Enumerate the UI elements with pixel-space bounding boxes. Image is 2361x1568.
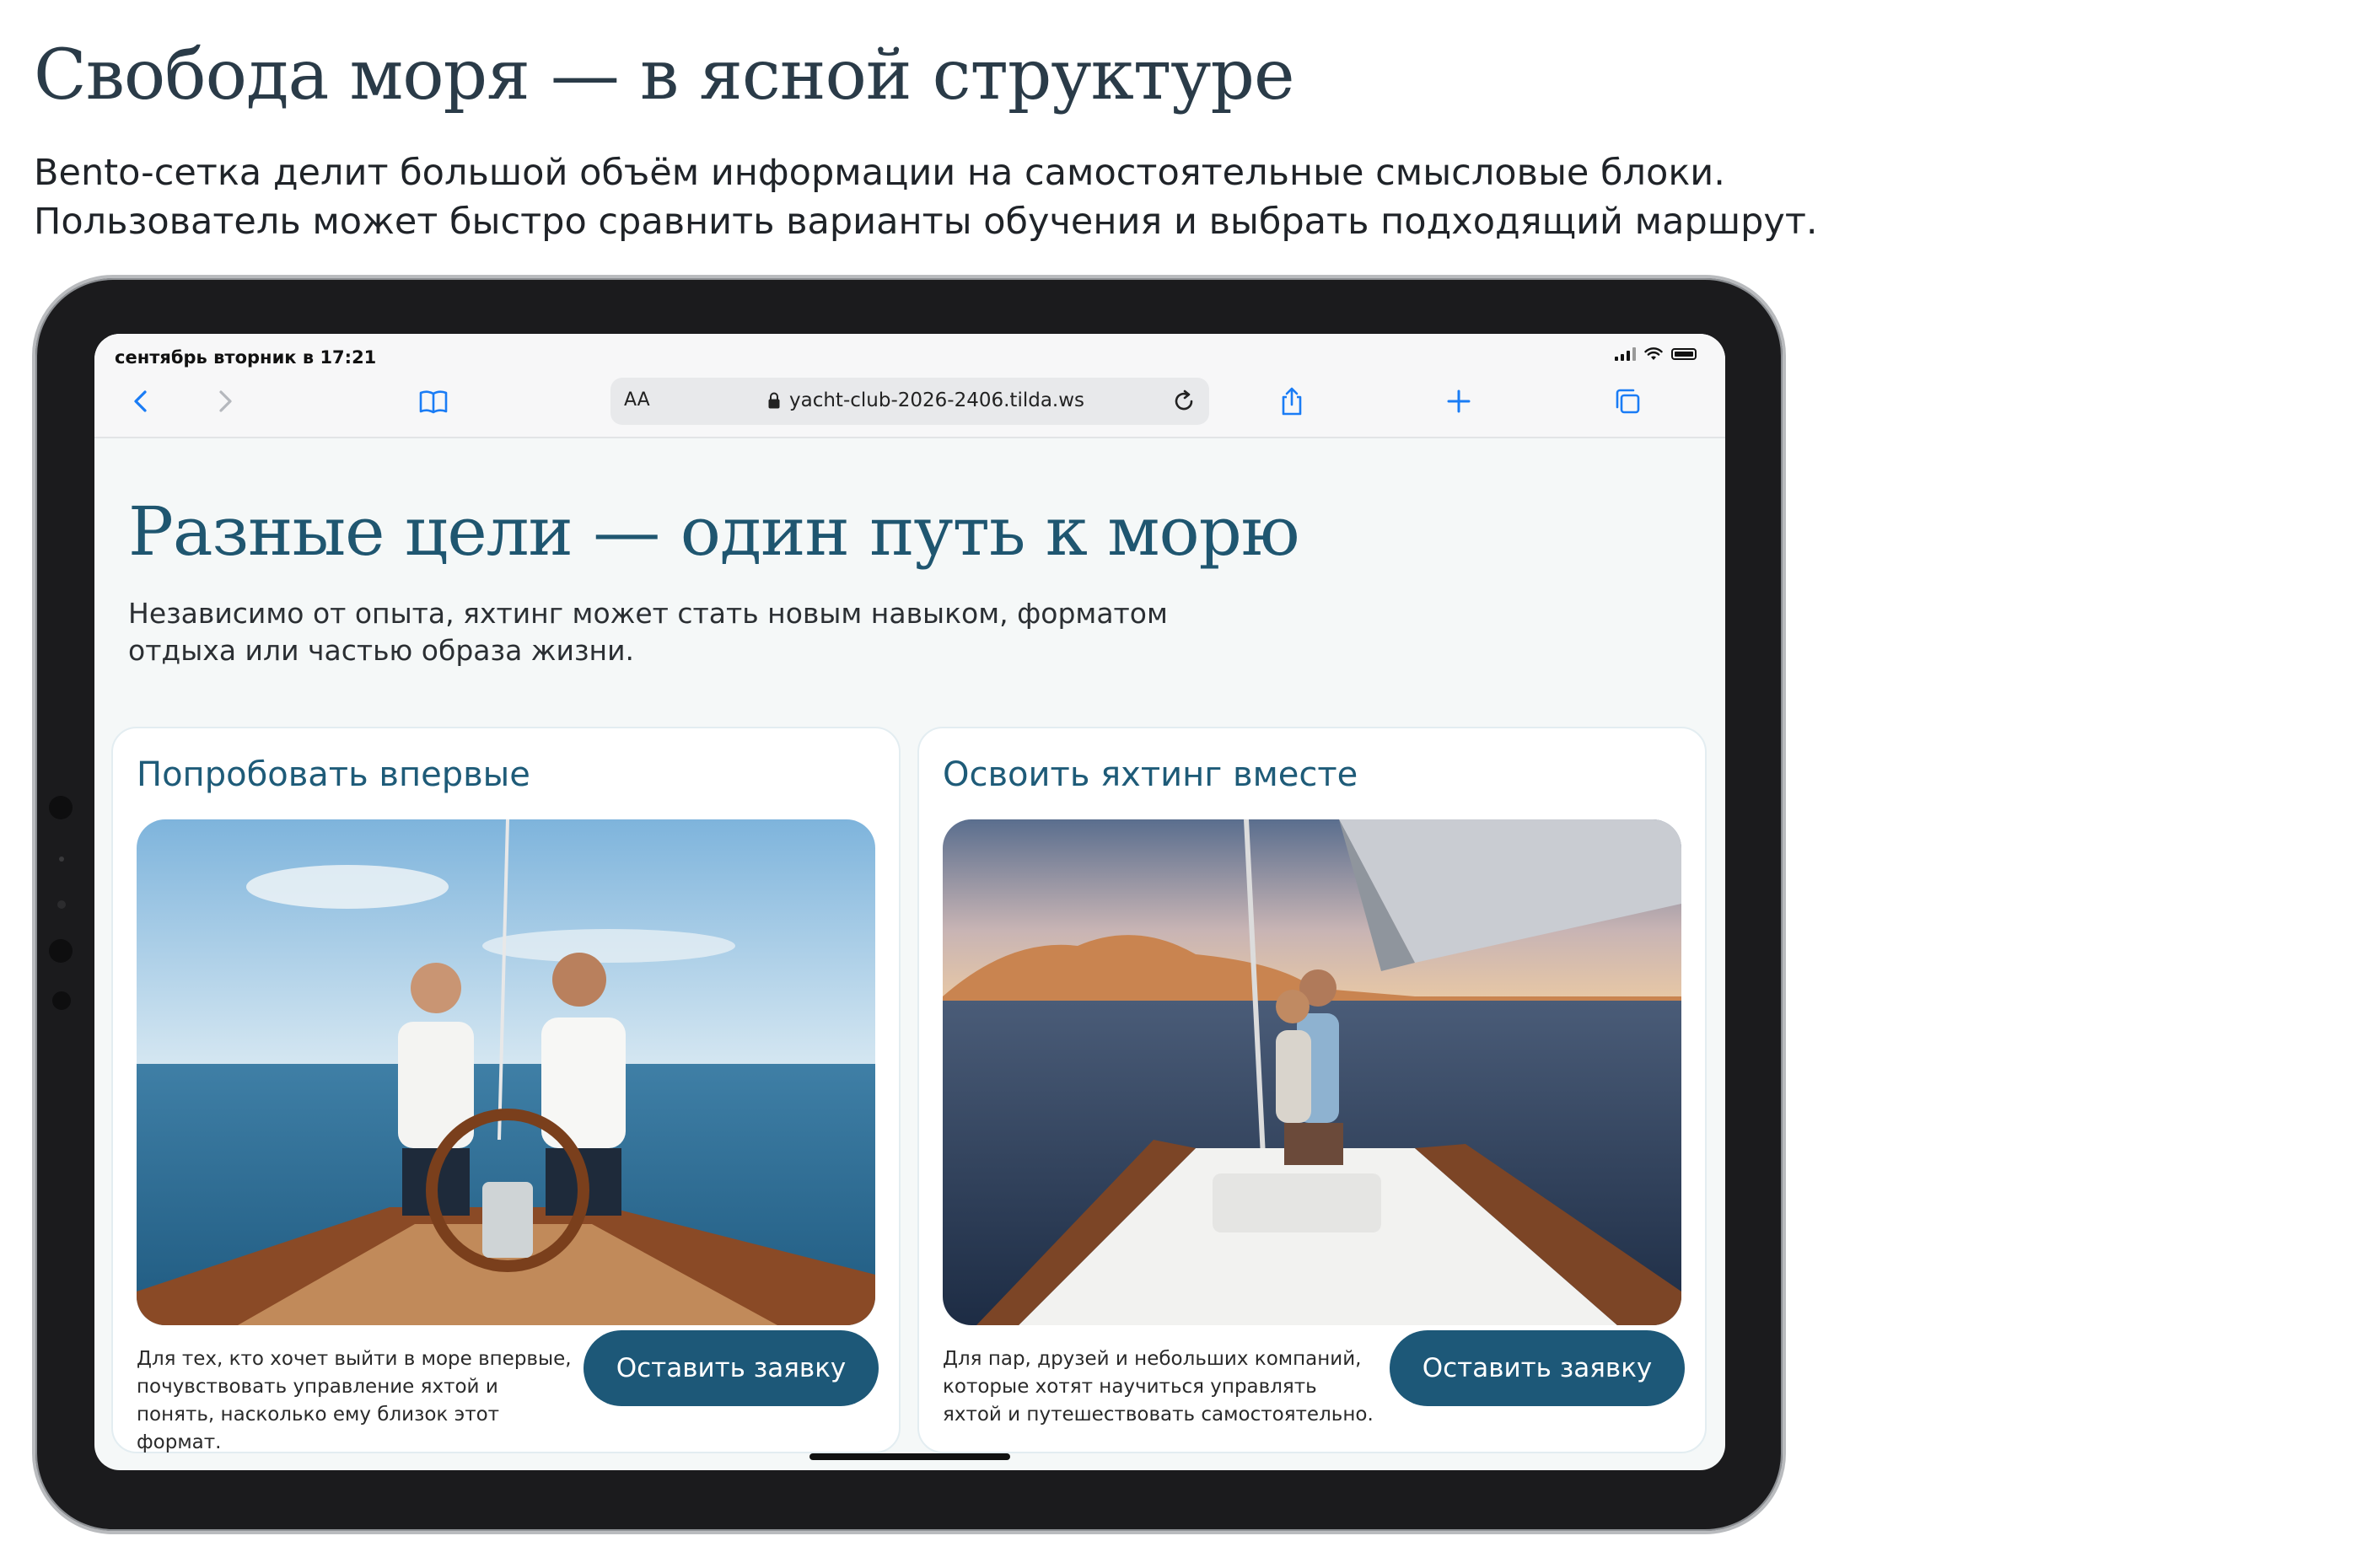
lock-icon	[768, 392, 780, 409]
bento-card-learn-together: Освоить яхтинг вместе Для пар, друзей и …	[917, 727, 1707, 1453]
reload-icon[interactable]	[1169, 386, 1199, 416]
url-text: yacht-club-2026-2406.tilda.ws	[789, 389, 1085, 411]
sensor-dot	[57, 900, 66, 909]
status-icons	[1615, 347, 1697, 361]
sensor-dot	[52, 991, 71, 1010]
bento-card-first-time: Попробовать впервые Для тех, кто хочет в…	[111, 727, 901, 1453]
submit-request-button[interactable]: Оставить заявку	[1390, 1330, 1685, 1406]
battery-icon	[1671, 348, 1697, 360]
slide-subtitle-line: Пользователь может быстро сравнить вариа…	[34, 201, 1818, 243]
bookmarks-icon[interactable]	[415, 383, 452, 420]
card-photo-helm-lesson	[137, 819, 875, 1325]
share-icon[interactable]	[1273, 383, 1310, 420]
card-title: Попробовать впервые	[137, 755, 530, 794]
card-photo-couple-on-yacht	[943, 819, 1681, 1325]
card-description: Для тех, кто хочет выйти в море впервые,…	[137, 1348, 572, 1453]
address-bar[interactable]: AA yacht-club-2026-2406.tilda.ws	[610, 378, 1209, 425]
camera-dot	[49, 796, 73, 819]
slide-title: Свобода моря — в ясной структуре	[34, 35, 1294, 115]
add-tab-icon[interactable]	[1440, 383, 1477, 420]
slide-subtitle-line: Bento-сетка делит большой объём информац…	[34, 152, 1725, 194]
status-time: сентябрь вторник в 17:21	[115, 347, 377, 368]
safari-toolbar: сентябрь вторник в 17:21 AA yacht-club-2…	[94, 334, 1725, 438]
wifi-icon	[1644, 347, 1663, 360]
tabs-icon[interactable]	[1609, 383, 1646, 420]
back-icon[interactable]	[123, 383, 160, 420]
page-heading: Разные цели — один путь к морю	[128, 492, 1300, 571]
home-indicator	[809, 1453, 1010, 1460]
camera-dot	[49, 939, 73, 963]
card-title: Освоить яхтинг вместе	[943, 755, 1358, 794]
slide-subtitle: Bento-сетка делит большой объём информац…	[34, 148, 1818, 246]
sensor-dot	[59, 856, 64, 862]
signal-icon	[1615, 347, 1636, 361]
card-description: Для пар, друзей и небольших компаний, ко…	[943, 1348, 1374, 1426]
text-size-button[interactable]: AA	[624, 389, 650, 411]
page-lead: Независимо от опыта, яхтинг может стать …	[128, 597, 1168, 667]
forward-icon[interactable]	[206, 383, 243, 420]
submit-request-button[interactable]: Оставить заявку	[584, 1330, 879, 1406]
ipad-screen: сентябрь вторник в 17:21 AA yacht-club-2…	[94, 334, 1725, 1470]
